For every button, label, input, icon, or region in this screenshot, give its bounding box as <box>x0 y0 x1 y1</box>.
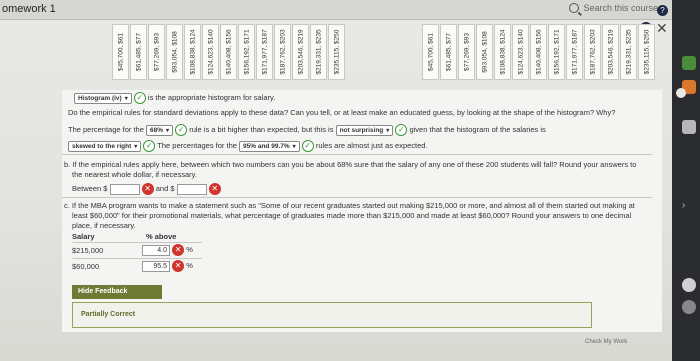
incorrect-x-icon: ✕ <box>172 260 185 272</box>
part-b-text: b. If the empirical rules apply here, be… <box>64 160 637 169</box>
bin-label: $140,408, $156 <box>530 24 547 80</box>
browser-screen: omework 1 Search this course ? i ✕ $45,7… <box>0 0 672 361</box>
feedback-status: Partially Correct <box>81 311 136 318</box>
bin-label: $140,408, $156 <box>220 24 237 80</box>
bin-label: $171,977, $187 <box>566 24 583 80</box>
correct-check-icon: ✓ <box>395 124 408 136</box>
percent-row-1: 4.0 ✕ % <box>142 244 193 256</box>
correct-check-icon: ✓ <box>143 140 156 152</box>
rules-select[interactable]: 95% and 99.7% ▾ <box>239 140 300 152</box>
app-icon[interactable] <box>682 120 696 134</box>
bin-label: $61,485, $77 <box>440 24 457 80</box>
bin-label: $124,623, $140 <box>512 24 529 80</box>
part-c-text: c. If the MBA program wants to make a st… <box>64 201 635 210</box>
divider <box>62 197 652 198</box>
bin-label: $156,192, $171 <box>238 24 255 80</box>
bin-label: $77,269, $93 <box>148 24 165 80</box>
bin-label: $171,977, $187 <box>256 24 273 80</box>
divider <box>62 154 652 155</box>
circle-icon <box>676 88 686 98</box>
page-title: omework 1 <box>2 3 56 15</box>
histogram-bins-left: $45,700, $61 $61,485, $77 $77,269, $93 $… <box>112 24 345 80</box>
answer-line-1: The percentage for the 68% ▾ ✓ rule is a … <box>68 124 546 136</box>
rule-select[interactable]: 68% ▾ <box>145 124 174 136</box>
check-my-work-button[interactable]: Check My Work <box>585 339 627 345</box>
correct-check-icon: ✓ <box>175 124 188 136</box>
correct-check-icon: ✓ <box>301 140 314 152</box>
search-icon <box>569 3 580 13</box>
histogram-answer-row: Histogram (iv) ▾ ✓ is the appropriate his… <box>74 92 275 104</box>
question-panel: Histogram (iv) ▾ ✓ is the appropriate his… <box>62 90 662 332</box>
surprise-select[interactable]: not surprising ▾ <box>335 124 394 136</box>
bin-label: $156,192, $171 <box>548 24 565 80</box>
divider <box>72 242 202 243</box>
histogram-bins-right: $45,700, $61 $61,485, $77 $77,269, $93 $… <box>422 24 655 80</box>
salary-cell: $60,000 <box>72 262 100 271</box>
chevron-down-icon: ▾ <box>134 143 138 150</box>
search-placeholder: Search this course <box>583 3 658 13</box>
correct-check-icon: ✓ <box>133 92 146 104</box>
bin-label: $108,838, $124 <box>494 24 511 80</box>
incorrect-x-icon: ✕ <box>208 183 221 195</box>
col-above: % above <box>146 232 177 241</box>
chevron-down-icon: ▾ <box>386 127 390 134</box>
bin-label: $45,700, $61 <box>112 24 129 80</box>
search-box[interactable]: Search this course <box>569 3 658 13</box>
bin-label: $77,269, $93 <box>458 24 475 80</box>
between-row: Between $ ✕ and $ ✕ <box>72 183 221 195</box>
app-icon[interactable] <box>682 56 696 70</box>
histogram-select[interactable]: Histogram (iv) ▾ <box>74 92 132 104</box>
app-icon[interactable] <box>682 278 696 292</box>
chevron-right-icon[interactable]: › <box>682 200 685 211</box>
bin-label: $219,331, $235 <box>620 24 637 80</box>
top-bar: omework 1 Search this course ? <box>0 0 672 20</box>
bin-label: $93,054, $108 <box>476 24 493 80</box>
close-icon[interactable]: ✕ <box>656 20 668 37</box>
incorrect-x-icon: ✕ <box>141 183 154 195</box>
app-icon[interactable] <box>682 300 696 314</box>
bin-label: $203,546, $219 <box>292 24 309 80</box>
help-icon[interactable]: ? <box>657 5 668 16</box>
divider <box>72 258 202 259</box>
bin-label: $203,546, $219 <box>602 24 619 80</box>
chevron-down-icon: ▾ <box>292 143 296 150</box>
bin-label: $235,115, $250 <box>328 24 345 80</box>
percent-input[interactable]: 4.0 <box>142 244 170 256</box>
bin-label: $108,838, $124 <box>184 24 201 80</box>
answer-line-2: skewed to the right ▾ ✓ The percentages f… <box>68 140 428 152</box>
chevron-down-icon: ▾ <box>166 127 170 134</box>
bin-label: $61,485, $77 <box>130 24 147 80</box>
bin-label: $235,115, $250 <box>638 24 655 80</box>
chevron-down-icon: ▾ <box>124 95 128 102</box>
col-salary: Salary <box>72 232 95 241</box>
part-c-text-3: place, if necessary. <box>72 221 136 230</box>
hide-feedback-button[interactable]: Hide Feedback <box>72 285 162 299</box>
part-c-text-2: least $60,000" for their promotional mat… <box>72 211 632 220</box>
part-b-text-2: the nearest whole dollar, if necessary. <box>72 170 197 179</box>
skew-select[interactable]: skewed to the right ▾ <box>68 140 142 152</box>
salary-cell: $215,000 <box>72 246 104 255</box>
upper-bound-input[interactable] <box>176 183 207 195</box>
bin-label: $187,762, $203 <box>274 24 291 80</box>
bin-label: $124,623, $140 <box>202 24 219 80</box>
incorrect-x-icon: ✕ <box>172 244 185 256</box>
empirical-question: Do the empirical rules for standard devi… <box>68 108 616 117</box>
percent-input[interactable]: 95.5 <box>142 260 170 272</box>
bin-label: $187,762, $203 <box>584 24 601 80</box>
bin-label: $219,331, $235 <box>310 24 327 80</box>
histogram-tail-text: is the appropriate histogram for salary. <box>147 92 276 102</box>
bin-label: $93,054, $108 <box>166 24 183 80</box>
percent-row-2: 95.5 ✕ % <box>142 260 193 272</box>
lower-bound-input[interactable] <box>109 183 140 195</box>
feedback-box: Partially Correct <box>72 302 592 328</box>
bin-label: $45,700, $61 <box>422 24 439 80</box>
